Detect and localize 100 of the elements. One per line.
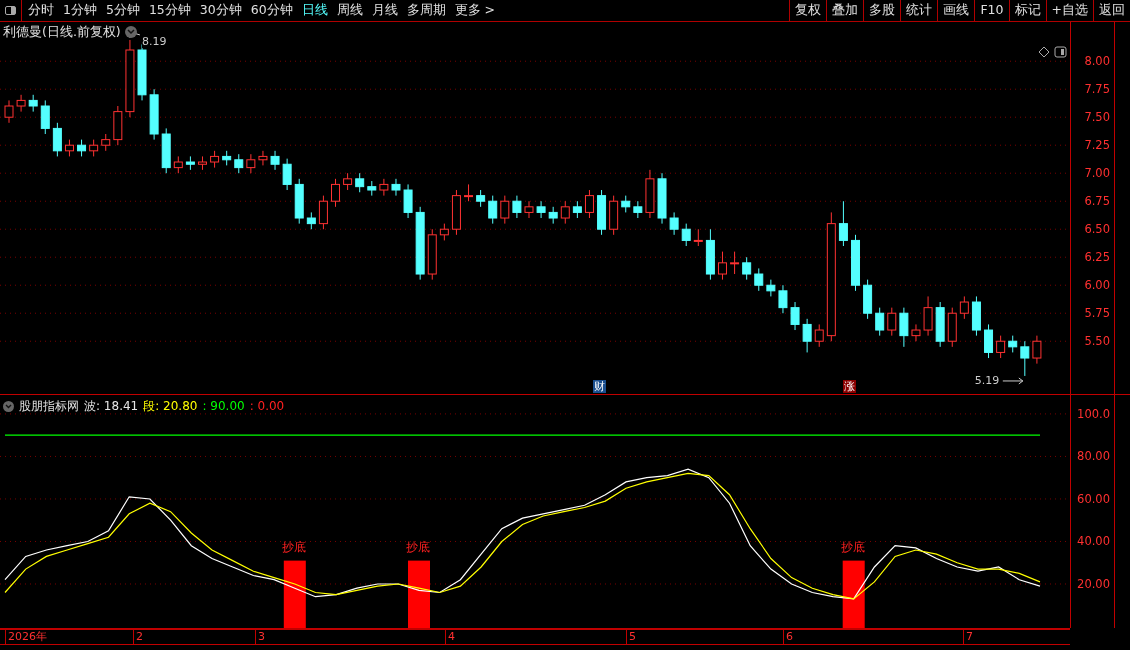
price-axis-label: 7.00 — [1084, 165, 1110, 183]
chart-title: 利德曼(日线.前复权) — [3, 23, 121, 41]
period-tab[interactable]: 1分钟 — [63, 1, 97, 20]
candlestick — [331, 178, 341, 208]
date-label: 4 — [445, 630, 455, 644]
value-axis-label: 60.00 — [1077, 490, 1110, 508]
value-axis-label: 100.0 — [1077, 405, 1110, 423]
toolbar-button[interactable]: 统计 — [900, 0, 938, 21]
candlestick — [766, 279, 776, 297]
toolbar-button[interactable]: 多股 — [863, 0, 901, 21]
candlestick — [246, 153, 256, 174]
indicator-value: : 20.80 — [155, 398, 198, 415]
price-axis-label: 7.50 — [1084, 109, 1110, 127]
candlestick — [488, 195, 498, 225]
period-tab[interactable]: 分时 — [28, 1, 54, 20]
candlestick — [234, 153, 244, 174]
date-label: 5 — [626, 630, 636, 644]
date-label: 3 — [255, 630, 265, 644]
candlestick — [814, 323, 824, 348]
candlestick — [681, 223, 691, 247]
toolbar-button[interactable]: +自选 — [1045, 0, 1093, 21]
candlestick — [500, 195, 510, 225]
toolbar-button[interactable]: 复权 — [789, 0, 827, 21]
signal-bar — [842, 560, 865, 628]
signal-bar — [283, 560, 306, 628]
candlestick — [40, 99, 50, 135]
period-tab[interactable]: 周线 — [336, 1, 363, 20]
candlestick — [16, 94, 26, 113]
candlestick — [560, 200, 570, 225]
candlestick — [524, 200, 534, 219]
candlestick — [899, 307, 909, 348]
candlestick — [730, 251, 740, 275]
indicator-name: 股朋指标网 — [19, 398, 79, 415]
period-tab[interactable]: 更多 > — [454, 1, 496, 20]
candlestick — [270, 150, 280, 171]
candlestick — [742, 256, 752, 281]
period-tab[interactable]: 月线 — [371, 1, 398, 20]
dropdown-icon[interactable] — [3, 400, 14, 412]
candlestick — [355, 172, 365, 193]
period-tab[interactable]: 日线 — [301, 1, 328, 20]
signal-label: 抄底 — [281, 538, 306, 556]
candlestick — [391, 178, 401, 197]
price-axis-label: 7.25 — [1084, 137, 1110, 155]
signal-label: 抄底 — [406, 538, 430, 556]
candlestick — [318, 195, 328, 230]
toolbar-button[interactable]: F10 — [974, 0, 1009, 21]
candlestick — [754, 267, 764, 292]
low-price-label: 5.19 — [974, 374, 1000, 387]
candlestick — [959, 295, 969, 320]
toolbar-button[interactable]: 返回 — [1093, 0, 1130, 21]
toolbar-button[interactable]: 叠加 — [826, 0, 864, 21]
date-label: 2026年 — [5, 630, 47, 644]
value-axis-label: 40.00 — [1077, 533, 1110, 551]
price-axis-label: 5.50 — [1084, 333, 1110, 351]
indicator-value: : 18.41 — [96, 398, 139, 415]
date-label: 2 — [133, 630, 143, 644]
candlestick — [403, 183, 413, 219]
price-axis-label: 7.75 — [1084, 81, 1110, 99]
price-axis-label: 6.00 — [1084, 277, 1110, 295]
date-label: 7 — [963, 630, 973, 644]
candlestick — [258, 150, 268, 166]
period-tab[interactable]: 30分钟 — [199, 1, 242, 20]
candlestick — [778, 284, 788, 314]
value-axis-label: 80.00 — [1077, 448, 1110, 466]
candlestick — [52, 122, 62, 157]
price-axis-label: 5.75 — [1084, 305, 1110, 323]
panel-toggle-icon[interactable] — [1054, 46, 1067, 58]
candlestick — [838, 200, 848, 247]
leader-line — [1002, 377, 1024, 385]
toolbar-button[interactable]: 画线 — [937, 0, 975, 21]
event-badge[interactable]: 财 — [593, 380, 606, 393]
candlestick — [802, 318, 812, 353]
signal-label: 抄底 — [840, 538, 865, 556]
candlestick — [911, 323, 921, 342]
event-badge[interactable]: 涨 — [843, 380, 856, 393]
candlestick — [1020, 340, 1030, 377]
price-axis-label: 6.75 — [1084, 193, 1110, 211]
period-tab[interactable]: 60分钟 — [250, 1, 293, 20]
diamond-icon[interactable] — [1038, 46, 1050, 58]
candlestick — [790, 301, 800, 331]
period-tab[interactable]: 15分钟 — [148, 1, 191, 20]
candlestick — [379, 178, 389, 197]
candlestick — [282, 158, 292, 191]
candlestick — [887, 307, 897, 337]
price-axis-label: 8.00 — [1084, 53, 1110, 71]
toolbar-button[interactable]: 标记 — [1008, 0, 1046, 21]
indicator-value: : 0.00 — [249, 398, 285, 415]
date-label: 6 — [783, 630, 793, 644]
high-price-label: 8.19 — [141, 35, 167, 48]
signal-bar — [408, 560, 430, 628]
candlestick — [875, 307, 885, 337]
dropdown-icon[interactable] — [124, 26, 137, 39]
period-tab[interactable]: 多周期 — [406, 1, 446, 20]
period-tab[interactable]: 5分钟 — [105, 1, 140, 20]
candlestick — [996, 335, 1006, 359]
candlestick — [4, 99, 14, 124]
candlestick — [669, 211, 679, 236]
indicator-value: : 90.00 — [202, 398, 245, 415]
price-axis-label: 6.25 — [1084, 249, 1110, 267]
value-axis-label: 20.00 — [1077, 576, 1110, 593]
